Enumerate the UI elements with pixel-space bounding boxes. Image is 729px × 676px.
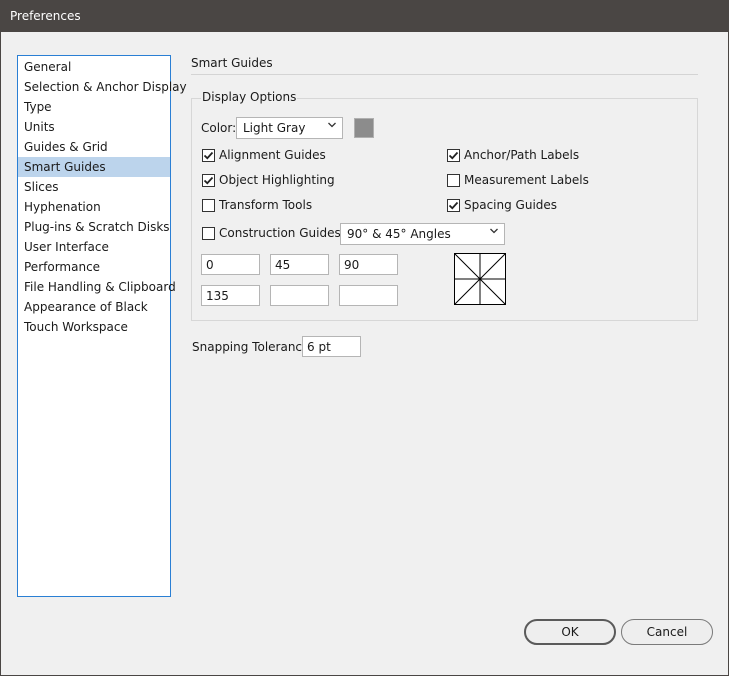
angle-preview-diagram	[454, 253, 506, 305]
checkmark-icon	[448, 151, 459, 160]
spacing-guides-checkbox[interactable]	[447, 199, 460, 212]
sidebar-item-file-handling-clipboard[interactable]: File Handling & Clipboard	[18, 277, 176, 297]
angle-input-5[interactable]	[270, 285, 329, 306]
alignment-guides-label: Alignment Guides	[219, 148, 326, 162]
angle-input-4[interactable]	[201, 285, 260, 306]
construction-guides-checkbox[interactable]	[202, 227, 215, 240]
sidebar-item-user-interface[interactable]: User Interface	[18, 237, 170, 257]
color-select-value: Light Gray	[243, 121, 306, 135]
transform-tools-label: Transform Tools	[219, 198, 313, 212]
checkmark-icon	[448, 201, 459, 210]
preferences-dialog: Preferences General Selection & Anchor D…	[0, 0, 729, 676]
angle-input-1[interactable]	[201, 254, 260, 275]
ok-button[interactable]: OK	[524, 619, 616, 645]
display-options-label: Display Options	[201, 90, 298, 104]
sidebar-item-touch-workspace[interactable]: Touch Workspace	[18, 317, 170, 337]
window-title: Preferences	[1, 1, 728, 32]
object-highlighting-label: Object Highlighting	[219, 173, 335, 187]
chevron-down-icon	[328, 122, 336, 128]
cancel-button[interactable]: Cancel	[621, 619, 713, 645]
angle-lines-icon	[454, 253, 506, 305]
sidebar-item-units[interactable]: Units	[18, 117, 170, 137]
snapping-tolerance-label: Snapping Tolerance:	[192, 340, 314, 354]
angle-input-6[interactable]	[339, 285, 398, 306]
color-label: Color:	[201, 121, 237, 135]
chevron-down-icon	[490, 228, 498, 234]
anchor-path-labels-label: Anchor/Path Labels	[464, 148, 580, 162]
checkmark-icon	[203, 151, 214, 160]
sidebar-item-selection-anchor-display[interactable]: Selection & Anchor Display	[18, 77, 187, 97]
sidebar-item-general[interactable]: General	[18, 57, 170, 77]
sidebar-item-appearance-of-black[interactable]: Appearance of Black	[18, 297, 170, 317]
angle-input-3[interactable]	[339, 254, 398, 275]
construction-angles-select[interactable]: 90° & 45° Angles	[340, 223, 505, 245]
checkmark-icon	[203, 176, 214, 185]
alignment-guides-checkbox[interactable]	[202, 149, 215, 162]
measurement-labels-checkbox[interactable]	[447, 174, 460, 187]
construction-angles-value: 90° & 45° Angles	[347, 227, 451, 241]
sidebar-item-smart-guides[interactable]: Smart Guides	[18, 157, 170, 177]
section-title: Smart Guides	[191, 56, 698, 75]
sidebar-item-hyphenation[interactable]: Hyphenation	[18, 197, 170, 217]
measurement-labels-label: Measurement Labels	[464, 173, 589, 187]
color-swatch[interactable]	[354, 118, 374, 138]
anchor-path-labels-checkbox[interactable]	[447, 149, 460, 162]
sidebar-item-type[interactable]: Type	[18, 97, 170, 117]
sidebar-item-guides-grid[interactable]: Guides & Grid	[18, 137, 170, 157]
preferences-sidebar: General Selection & Anchor Display Type …	[17, 55, 187, 597]
transform-tools-checkbox[interactable]	[202, 199, 215, 212]
sidebar-item-slices[interactable]: Slices	[18, 177, 170, 197]
spacing-guides-label: Spacing Guides	[464, 198, 558, 212]
construction-guides-label: Construction Guides:	[219, 226, 345, 240]
color-select[interactable]: Light Gray	[236, 117, 343, 139]
snapping-tolerance-input[interactable]	[302, 336, 361, 357]
object-highlighting-checkbox[interactable]	[202, 174, 215, 187]
sidebar-item-performance[interactable]: Performance	[18, 257, 170, 277]
sidebar-item-plugins-scratch-disks[interactable]: Plug-ins & Scratch Disks	[18, 217, 170, 237]
angle-input-2[interactable]	[270, 254, 329, 275]
